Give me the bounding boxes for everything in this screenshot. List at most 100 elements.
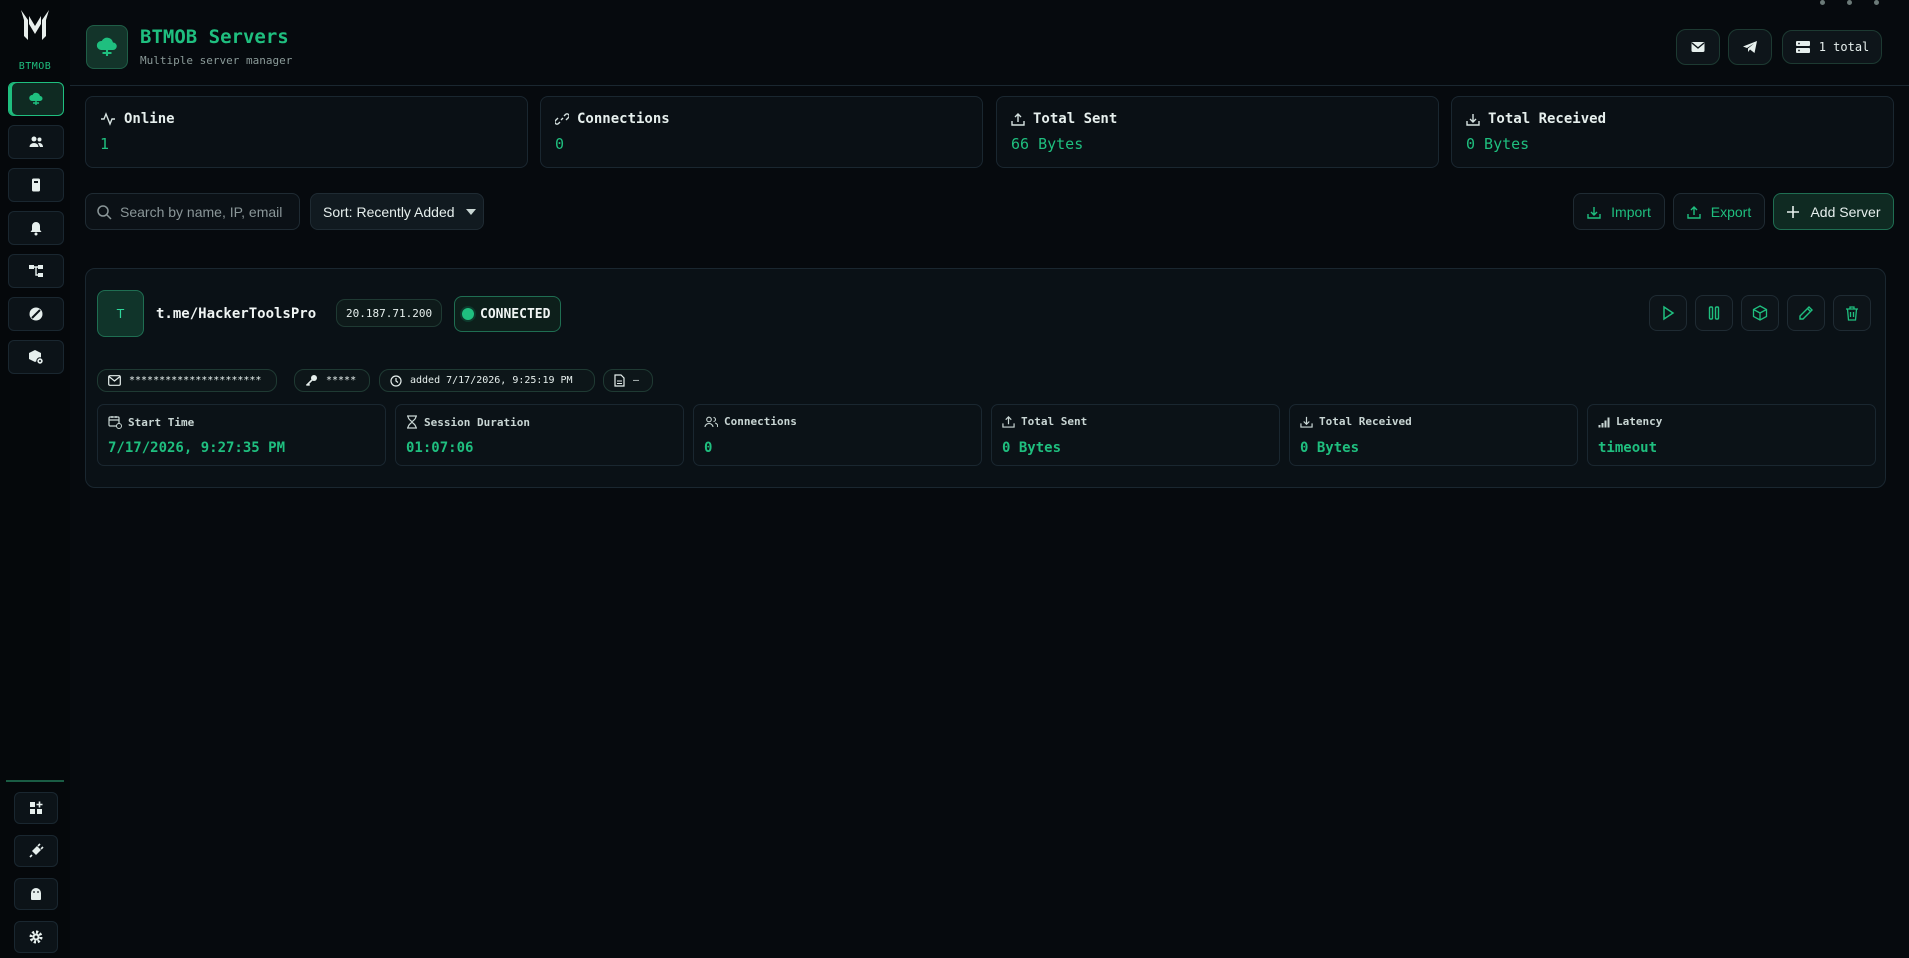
note-chip[interactable]: – — [603, 369, 653, 392]
delete-button[interactable] — [1833, 295, 1871, 331]
export-label: Export — [1710, 203, 1752, 220]
edit-button[interactable] — [1787, 295, 1825, 331]
metric-latency-value: timeout — [1598, 440, 1658, 456]
download-icon — [1300, 416, 1313, 428]
sidebar-item-servers[interactable] — [8, 82, 64, 116]
download-icon — [1466, 114, 1480, 126]
email-button[interactable] — [1676, 29, 1720, 65]
stat-total-sent-value: 66 Bytes — [1011, 135, 1084, 153]
stat-total-received-label: Total Received — [1488, 111, 1607, 127]
sidebar-brand: BTMOB — [18, 61, 52, 72]
stat-online-label: Online — [124, 111, 175, 127]
users-icon — [704, 416, 718, 427]
envelope-icon — [108, 375, 121, 386]
stat-total-sent-label: Total Sent — [1033, 111, 1118, 127]
sidebar-item-packages[interactable] — [8, 340, 64, 374]
page-title: BTMOB Servers — [140, 26, 289, 48]
email-masked: ********************** — [129, 375, 262, 386]
sidebar-item-settings[interactable] — [14, 921, 58, 953]
stat-total-received-value: 0 Bytes — [1466, 135, 1530, 153]
server-rack-icon — [1795, 41, 1810, 53]
metric-total-sent: Total Sent 0 Bytes — [991, 404, 1280, 466]
server-status-label: CONNECTED — [480, 306, 551, 322]
signal-icon — [1598, 417, 1610, 427]
server-name: t.me/HackerToolsPro — [156, 306, 317, 322]
page-subtitle: Multiple server manager — [140, 54, 293, 67]
activity-icon — [101, 112, 115, 126]
upload-icon — [1011, 113, 1025, 126]
added-date: added 7/17/2026, 9:25:19 PM — [410, 375, 573, 386]
sidebar-item-plugins[interactable] — [14, 835, 58, 867]
metric-connections-label: Connections — [724, 415, 797, 428]
added-date-chip: added 7/17/2026, 9:25:19 PM — [379, 369, 595, 392]
plus-icon — [1787, 205, 1800, 218]
metric-latency: Latency timeout — [1587, 404, 1876, 466]
sort-dropdown[interactable]: Sort: Recently Added — [310, 193, 484, 230]
package-settings-icon — [29, 350, 44, 365]
calendar-clock-icon — [108, 416, 122, 429]
pause-button[interactable] — [1695, 295, 1733, 331]
metric-start-time-value: 7/17/2026, 9:27:35 PM — [108, 440, 286, 456]
window-dots — [1820, 0, 1879, 5]
metric-total-received-label: Total Received — [1319, 415, 1412, 428]
sidebar-item-android[interactable] — [14, 878, 58, 910]
export-button[interactable]: Export — [1673, 193, 1765, 230]
stat-connections-value: 0 — [555, 135, 565, 153]
add-server-button[interactable]: Add Server — [1773, 193, 1894, 230]
telegram-icon — [1743, 41, 1757, 53]
email-chip: ********************** — [97, 369, 277, 392]
import-label: Import — [1611, 203, 1651, 220]
trash-icon — [1846, 306, 1858, 321]
header: BTMOB Servers Multiple server manager 1 … — [70, 0, 1909, 86]
pencil-icon — [1799, 306, 1813, 320]
start-button[interactable] — [1649, 295, 1687, 331]
play-icon — [1663, 305, 1675, 321]
server-card: T t.me/HackerToolsPro 20.187.71.200 CONN… — [85, 268, 1886, 488]
stat-online-value: 1 — [100, 135, 110, 153]
server-avatar: T — [97, 290, 144, 337]
telegram-button[interactable] — [1728, 29, 1772, 65]
link-icon — [555, 113, 569, 125]
note-value: – — [633, 375, 640, 386]
users-icon — [29, 136, 44, 147]
package-button[interactable] — [1741, 295, 1779, 331]
sidebar-item-notifications[interactable] — [8, 211, 64, 245]
metric-start-time: Start Time 7/17/2026, 9:27:35 PM — [97, 404, 386, 466]
metric-total-received-value: 0 Bytes — [1300, 440, 1360, 456]
search-box[interactable] — [85, 193, 300, 230]
plug-icon — [29, 843, 44, 858]
stat-online: Online 1 — [85, 96, 528, 168]
stat-total-received: Total Received 0 Bytes — [1451, 96, 1894, 168]
upload-icon — [1002, 416, 1015, 428]
sidebar-item-devices[interactable] — [8, 168, 64, 202]
metric-session-duration-label: Session Duration — [424, 415, 530, 429]
metric-start-time-label: Start Time — [128, 415, 195, 429]
sidebar-item-apps[interactable] — [14, 792, 58, 824]
server-total-badge[interactable]: 1 total — [1782, 30, 1882, 64]
sidebar-item-blocked[interactable] — [8, 297, 64, 331]
stat-connections-label: Connections — [577, 111, 670, 127]
server-status-badge: CONNECTED — [454, 296, 562, 332]
pause-icon — [1708, 306, 1720, 320]
bell-icon — [30, 222, 42, 236]
download-icon — [1587, 206, 1601, 219]
password-masked: ***** — [326, 375, 357, 386]
sidebar-separator — [6, 780, 64, 782]
upload-icon — [1687, 205, 1701, 219]
stat-connections: Connections 0 — [540, 96, 983, 168]
sidebar-item-hierarchy[interactable] — [8, 254, 64, 288]
metric-connections-value: 0 — [704, 440, 713, 456]
hourglass-icon — [407, 415, 417, 429]
metric-total-sent-label: Total Sent — [1021, 415, 1088, 428]
search-input[interactable] — [120, 203, 290, 220]
metric-session-duration-value: 01:07:06 — [406, 440, 474, 456]
add-server-label: Add Server — [1810, 203, 1881, 220]
status-dot-icon — [462, 308, 474, 320]
server-total-label: 1 total — [1818, 40, 1870, 54]
key-icon — [305, 375, 317, 387]
sort-label: Sort: Recently Added — [323, 203, 455, 220]
import-button[interactable]: Import — [1573, 193, 1665, 230]
caret-down-icon — [465, 208, 476, 215]
android-icon — [31, 888, 41, 900]
sidebar-item-users[interactable] — [8, 125, 64, 159]
